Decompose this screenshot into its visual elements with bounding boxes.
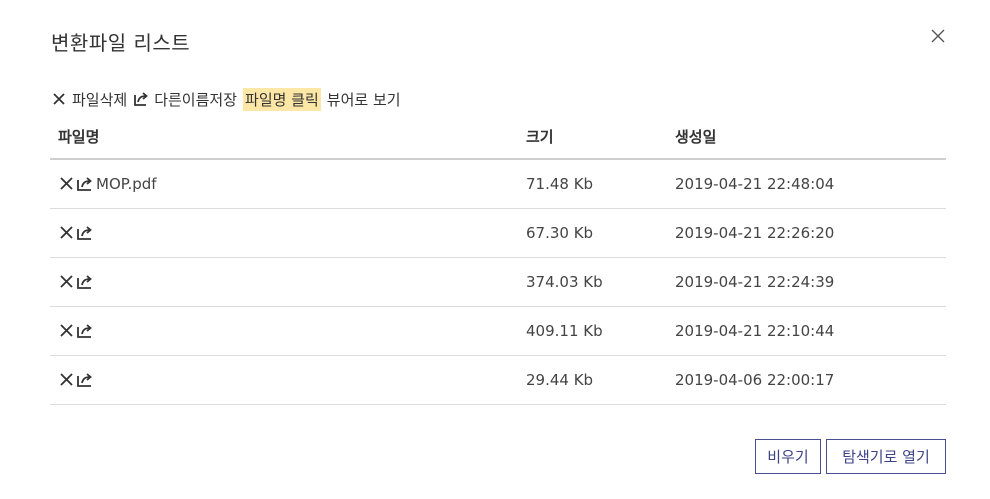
- redacted-filename[interactable]: [98, 278, 288, 292]
- header-size: 크기: [526, 128, 554, 146]
- row-actions: [58, 224, 94, 242]
- file-table: 파일명 크기 생성일 MOP.pdf 71.48 Kb 2019-04-21 22:…: [50, 116, 946, 405]
- file-created-date: 2019-04-21 22:26:20: [675, 224, 835, 242]
- close-icon[interactable]: [928, 26, 948, 46]
- share-row-icon[interactable]: [76, 224, 94, 242]
- share-row-icon[interactable]: [76, 273, 94, 291]
- save-as-button[interactable]: 다른이름저장: [133, 89, 237, 110]
- open-explorer-button[interactable]: 탐색기로 열기: [826, 439, 946, 474]
- table-header: 파일명 크기 생성일: [50, 116, 946, 160]
- table-row: 67.30 Kb 2019-04-21 22:26:20: [50, 209, 946, 258]
- row-actions: [58, 371, 94, 389]
- table-row: MOP.pdf 71.48 Kb 2019-04-21 22:48:04: [50, 160, 946, 209]
- file-created-date: 2019-04-21 22:24:39: [675, 273, 835, 291]
- share-row-icon[interactable]: [76, 175, 94, 193]
- file-size: 409.11 Kb: [526, 322, 603, 340]
- toolbar: 파일삭제 다른이름저장 파일명 클릭 뷰어로 보기: [51, 87, 401, 111]
- delete-row-icon[interactable]: [58, 322, 76, 340]
- row-actions: [58, 175, 94, 193]
- share-row-icon[interactable]: [76, 322, 94, 340]
- row-actions: [58, 273, 94, 291]
- share-icon: [133, 91, 149, 107]
- delete-row-icon[interactable]: [58, 371, 76, 389]
- delete-row-icon[interactable]: [58, 175, 76, 193]
- file-list-dialog: 변환파일 리스트 파일삭제 다른이름저장 파일명 클릭 뷰어로 보기 파일명 크…: [0, 0, 990, 499]
- table-row: 409.11 Kb 2019-04-21 22:10:44: [50, 307, 946, 356]
- file-size: 374.03 Kb: [526, 273, 603, 291]
- redacted-filename[interactable]: [98, 229, 288, 243]
- clear-button[interactable]: 비우기: [755, 439, 821, 474]
- delete-file-label: 파일삭제: [72, 90, 128, 109]
- hint-text: 뷰어로 보기: [326, 90, 401, 109]
- dialog-title: 변환파일 리스트: [51, 31, 191, 55]
- delete-row-icon[interactable]: [58, 273, 76, 291]
- file-size: 71.48 Kb: [526, 175, 594, 193]
- file-created-date: 2019-04-21 22:10:44: [675, 322, 835, 340]
- file-size: 29.44 Kb: [526, 371, 594, 389]
- redacted-filename[interactable]: [98, 376, 288, 390]
- share-row-icon[interactable]: [76, 371, 94, 389]
- hint-highlight: 파일명 클릭: [243, 87, 321, 111]
- row-actions: [58, 322, 94, 340]
- file-created-date: 2019-04-21 22:48:04: [675, 175, 835, 193]
- file-created-date: 2019-04-06 22:00:17: [675, 371, 835, 389]
- table-row: 29.44 Kb 2019-04-06 22:00:17: [50, 356, 946, 405]
- header-filename: 파일명: [58, 128, 100, 146]
- file-size: 67.30 Kb: [526, 224, 594, 242]
- delete-row-icon[interactable]: [58, 224, 76, 242]
- header-created: 생성일: [675, 128, 717, 146]
- table-row: 374.03 Kb 2019-04-21 22:24:39: [50, 258, 946, 307]
- x-icon: [51, 91, 67, 107]
- file-name-link[interactable]: MOP.pdf: [96, 175, 157, 193]
- delete-file-button[interactable]: 파일삭제: [51, 89, 127, 110]
- save-as-label: 다른이름저장: [154, 90, 238, 109]
- redacted-filename[interactable]: [98, 327, 288, 341]
